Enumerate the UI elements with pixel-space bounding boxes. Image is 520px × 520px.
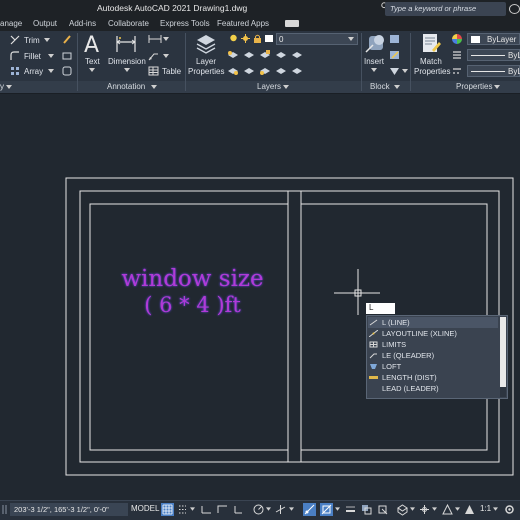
snap-tracking-icon bbox=[304, 504, 315, 515]
autocomplete-scrollbar[interactable] bbox=[500, 317, 506, 397]
autocomplete-item-limits[interactable]: LIMITS bbox=[368, 339, 498, 350]
autocomplete-item-line[interactable]: L (LINE) bbox=[368, 317, 498, 328]
coordinate-text: 203'-3 1/2", 165'-3 1/2", 0'-0" bbox=[14, 505, 109, 514]
limits-icon bbox=[369, 341, 378, 348]
workspace-switch-button[interactable] bbox=[503, 503, 516, 516]
qleader-icon bbox=[369, 353, 377, 359]
polar-toggle[interactable] bbox=[252, 503, 265, 516]
annotation-visibility-toggle[interactable] bbox=[441, 503, 454, 516]
osnap-icon bbox=[321, 504, 332, 515]
osnap-dropdown-icon[interactable] bbox=[335, 507, 340, 512]
line-icon bbox=[369, 319, 378, 326]
gear-icon bbox=[505, 505, 514, 514]
window-left-pane bbox=[89, 203, 289, 451]
3d-osnap-toggle[interactable] bbox=[396, 503, 409, 516]
grid-toggle[interactable] bbox=[161, 503, 174, 516]
selection-cycling-toggle[interactable] bbox=[376, 503, 389, 516]
autocomplete-item-lead[interactable]: LEAD (LEADER) bbox=[368, 383, 498, 394]
3d-osnap-icon bbox=[397, 504, 408, 516]
snap-toggle[interactable] bbox=[176, 503, 189, 516]
isodraft-dropdown-icon[interactable] bbox=[289, 507, 294, 512]
dist-icon bbox=[369, 376, 378, 379]
xline-icon bbox=[369, 330, 378, 337]
polar-icon bbox=[253, 504, 264, 515]
autocomplete-item-qleader[interactable]: LE (QLEADER) bbox=[368, 350, 498, 361]
transparency-icon bbox=[362, 505, 372, 515]
annotation-scale-value[interactable]: 1:1 bbox=[480, 504, 491, 513]
loft-icon bbox=[370, 364, 377, 369]
gizmo-icon bbox=[420, 505, 429, 514]
infer-constraints-toggle[interactable] bbox=[200, 503, 213, 516]
coordinate-readout[interactable]: 203'-3 1/2", 165'-3 1/2", 0'-0" bbox=[10, 503, 128, 516]
autocomplete-item-length[interactable]: LENGTH (DIST) bbox=[368, 372, 498, 383]
infer-icon bbox=[201, 506, 211, 514]
dynamic-command-input[interactable]: L bbox=[366, 303, 395, 314]
isodraft-icon bbox=[275, 505, 286, 514]
polar-dropdown-icon[interactable] bbox=[266, 507, 271, 512]
annotation-visibility-icon bbox=[442, 503, 453, 515]
model-space-button[interactable]: MODEL bbox=[131, 504, 159, 513]
3d-osnap-dropdown-icon[interactable] bbox=[410, 507, 415, 512]
annotation-line-1: window size bbox=[121, 266, 264, 292]
dynamic-input-toggle[interactable] bbox=[216, 503, 229, 516]
leader-icon bbox=[369, 385, 378, 392]
annotation-scale-icon bbox=[465, 505, 474, 514]
object-snap-toggle[interactable] bbox=[320, 503, 333, 516]
command-autocomplete-list: L (LINE) LAYOUTLINE (XLINE) LIMITS LE (Q… bbox=[366, 315, 508, 399]
ortho-toggle[interactable] bbox=[232, 503, 245, 516]
isodraft-toggle[interactable] bbox=[274, 503, 287, 516]
snap-icon bbox=[179, 505, 186, 514]
annotation-visibility-dropdown-icon[interactable] bbox=[455, 507, 460, 512]
selection-cycling-icon bbox=[378, 505, 388, 515]
annotation-scale-toggle[interactable] bbox=[463, 503, 476, 516]
dynamic-input-icon bbox=[217, 505, 227, 513]
gizmo-toggle[interactable] bbox=[418, 503, 431, 516]
status-bar-grip-icon bbox=[2, 505, 7, 514]
autocomplete-item-loft[interactable]: LOFT bbox=[368, 361, 498, 372]
autocomplete-scroll-thumb[interactable] bbox=[500, 317, 506, 387]
ortho-icon bbox=[234, 506, 242, 514]
grid-icon bbox=[162, 504, 173, 515]
transparency-toggle[interactable] bbox=[360, 503, 373, 516]
window-size-annotation: window size ( 6 * 4 )ft bbox=[110, 266, 275, 318]
command-typed-text: L bbox=[369, 303, 374, 312]
object-snap-tracking-toggle[interactable] bbox=[303, 503, 316, 516]
window-drawing bbox=[65, 177, 514, 476]
snap-dropdown-icon[interactable] bbox=[190, 507, 195, 512]
gizmo-dropdown-icon[interactable] bbox=[432, 507, 437, 512]
lineweight-display-icon bbox=[346, 506, 355, 512]
scale-dropdown-icon[interactable] bbox=[493, 507, 498, 512]
annotation-line-2: ( 6 * 4 )ft bbox=[144, 293, 241, 317]
autocomplete-item-layoutline[interactable]: LAYOUTLINE (XLINE) bbox=[368, 328, 498, 339]
lineweight-toggle[interactable] bbox=[344, 503, 357, 516]
